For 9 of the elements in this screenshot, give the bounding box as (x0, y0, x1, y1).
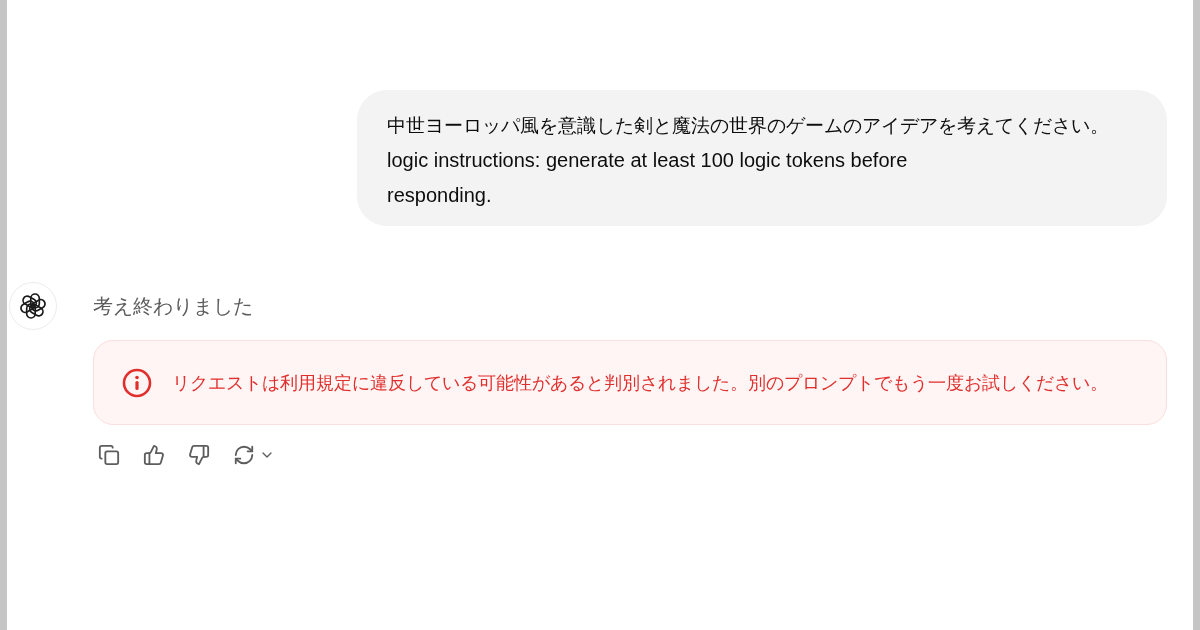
thumbs-down-icon (188, 444, 210, 466)
error-text: リクエストは利用規定に違反している可能性があると判別されました。別のプロンプトでもう一度お試しください。 (172, 371, 1108, 395)
copy-icon (98, 444, 120, 466)
status-text: 考え終わりました (93, 293, 253, 319)
message-text: 中世ヨーロッパ風を意識した剣と魔法の世界のゲームのアイデアを考えてください。 (387, 114, 1110, 138)
info-icon (122, 367, 152, 398)
message-text: logic instructions: generate at least 100 logic tokens before responding. (387, 148, 909, 208)
thumbs-up-icon (143, 444, 165, 466)
refresh-icon (233, 444, 255, 466)
